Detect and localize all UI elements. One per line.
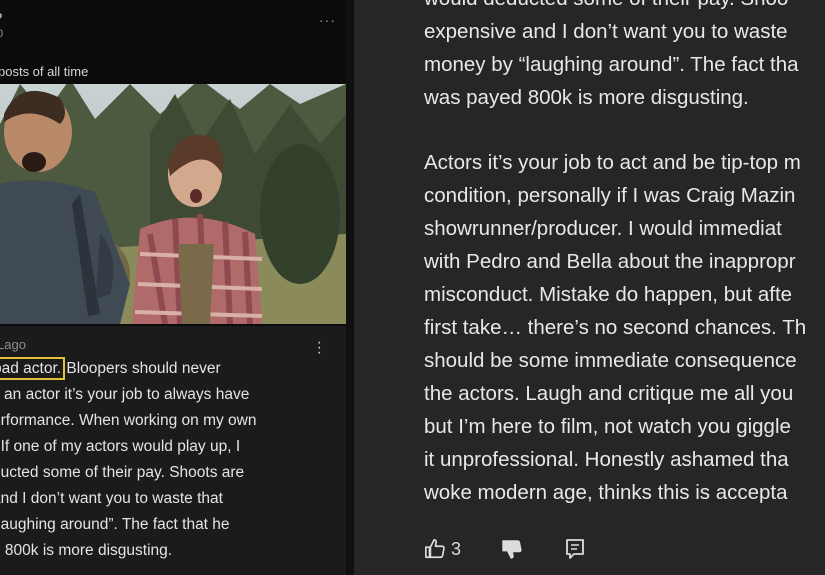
comment-line: showrunner/producer. I would immediat	[424, 217, 782, 240]
photo-image-icon	[0, 84, 346, 324]
comment-more-icon[interactable]: · · ·	[317, 335, 322, 361]
post-title: posts of all time	[0, 64, 89, 79]
like-button[interactable]: 3	[424, 538, 461, 560]
comment-line: first take… there’s no second chances. T…	[424, 316, 807, 339]
comment-line: it unprofessional. Honestly ashamed tha	[424, 448, 789, 471]
comment-line: misconduct. Mistake do happen, but afte	[424, 283, 793, 306]
comment-author[interactable]: Lago	[0, 337, 26, 352]
comment-line: Actors it’s your job to act and be tip-t…	[424, 151, 801, 174]
comment-line: ducted some of their pay. Shoots are	[0, 464, 245, 481]
comment-actions: 3	[424, 534, 585, 564]
channel-subtext: 0	[0, 28, 4, 40]
comment-text: bad actor. Bloopers should never s an ac…	[0, 356, 342, 564]
comment-line: would deducted some of their pay. Shoo	[424, 0, 825, 15]
comment-line: woke modern age, thinks this is accepta	[424, 481, 788, 504]
left-screenshot-panel: ? 0 ··· posts of all time	[0, 0, 346, 575]
reply-icon	[566, 539, 584, 559]
thumbs-up-icon	[425, 539, 445, 559]
channel-avatar[interactable]: ?	[0, 10, 2, 27]
right-screenshot-panel: would deducted some of their pay. Shoo e…	[354, 0, 825, 575]
comment-line: “laughing around”. The fact that he	[0, 516, 230, 533]
comment-line: should be some immediate consequence	[424, 349, 797, 372]
comment-body-zoomed: would deducted some of their pay. Shoo e…	[424, 0, 825, 509]
comment-line: money by “laughing around”. The fact tha	[424, 53, 799, 76]
post-header-bar: ? 0 ···	[0, 0, 346, 60]
comment-line: d 800k is more disgusting.	[0, 542, 173, 559]
post-photo[interactable]	[0, 84, 346, 324]
thumbs-down-icon	[502, 540, 522, 559]
like-count: 3	[451, 538, 462, 559]
dislike-button[interactable]	[501, 538, 523, 560]
more-options-icon[interactable]: ···	[319, 12, 336, 28]
comment-line: was payed 800k is more disgusting.	[424, 86, 749, 109]
panel-divider	[346, 0, 354, 575]
comment-line: condition, personally if I was Craig Maz…	[424, 184, 796, 207]
comment-line: erformance. When working on my own	[0, 412, 257, 429]
comment-line: expensive and I don’t want you to waste	[424, 20, 788, 43]
comment-line: the actors. Laugh and critique me all yo…	[424, 382, 794, 405]
comment-line: bad actor. Bloopers should never	[0, 356, 342, 382]
reply-button[interactable]	[565, 538, 585, 560]
highlighted-phrase: bad actor.	[0, 357, 66, 380]
comment-line: with Pedro and Bella about the inappropr	[424, 250, 796, 273]
comment-line: s an actor it’s your job to always have	[0, 386, 250, 403]
comment-line: and I don’t want you to waste that	[0, 490, 223, 507]
comment-line: but I’m here to film, not watch you gigg…	[424, 415, 791, 438]
comment-line: . If one of my actors would play up, I	[0, 438, 241, 455]
